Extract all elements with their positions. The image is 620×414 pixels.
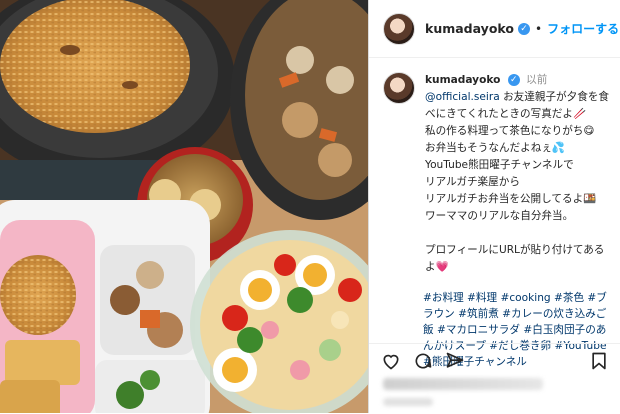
separator-dot: • [534, 21, 543, 36]
caption-line: お弁当もそうなんだよねぇ💦 [425, 142, 566, 154]
share-icon[interactable] [445, 351, 465, 371]
post-actions [369, 343, 620, 414]
caption: kumadayoko ✓ 以前 @official.seira お友達親子が夕食… [383, 72, 611, 370]
caption-line: ワーママのリアルな自分弁当。 [425, 210, 574, 222]
caption-line: プロフィールにURLが貼り付けてあるよ💗 [425, 244, 605, 273]
caption-line: YouTube熊田曜子チャンネルで [425, 159, 574, 171]
caption-line: 私の作る料理って茶色になりがち😋 [425, 125, 595, 137]
post-photo[interactable] [0, 0, 368, 413]
food-photo-illustration [0, 0, 368, 413]
caption-line: リアルガチお弁当を公開してるよ🍱 [425, 193, 597, 205]
post-header: kumadayoko ✓ • フォローする [369, 0, 620, 58]
verified-badge-icon: ✓ [517, 22, 530, 35]
bookmark-icon[interactable] [589, 351, 609, 371]
likes-count-blurred [383, 378, 543, 390]
caption-username[interactable]: kumadayoko [425, 74, 500, 86]
caption-mention[interactable]: @official.seira [425, 91, 500, 103]
comment-icon[interactable] [413, 351, 433, 371]
heart-icon[interactable] [381, 351, 401, 371]
caption-avatar[interactable] [383, 72, 415, 104]
instagram-post: kumadayoko ✓ • フォローする kumadayoko ✓ 以前 @o… [0, 0, 620, 413]
caption-verified-badge-icon: ✓ [507, 74, 520, 86]
caption-line: リアルガチ楽屋から [425, 176, 520, 188]
post-date-blurred [383, 398, 433, 406]
follow-button[interactable]: フォローする [547, 20, 619, 37]
post-side-panel: kumadayoko ✓ • フォローする kumadayoko ✓ 以前 @o… [368, 0, 620, 413]
username[interactable]: kumadayoko [425, 21, 514, 36]
caption-time: 以前 [526, 74, 548, 86]
avatar[interactable] [383, 12, 415, 45]
